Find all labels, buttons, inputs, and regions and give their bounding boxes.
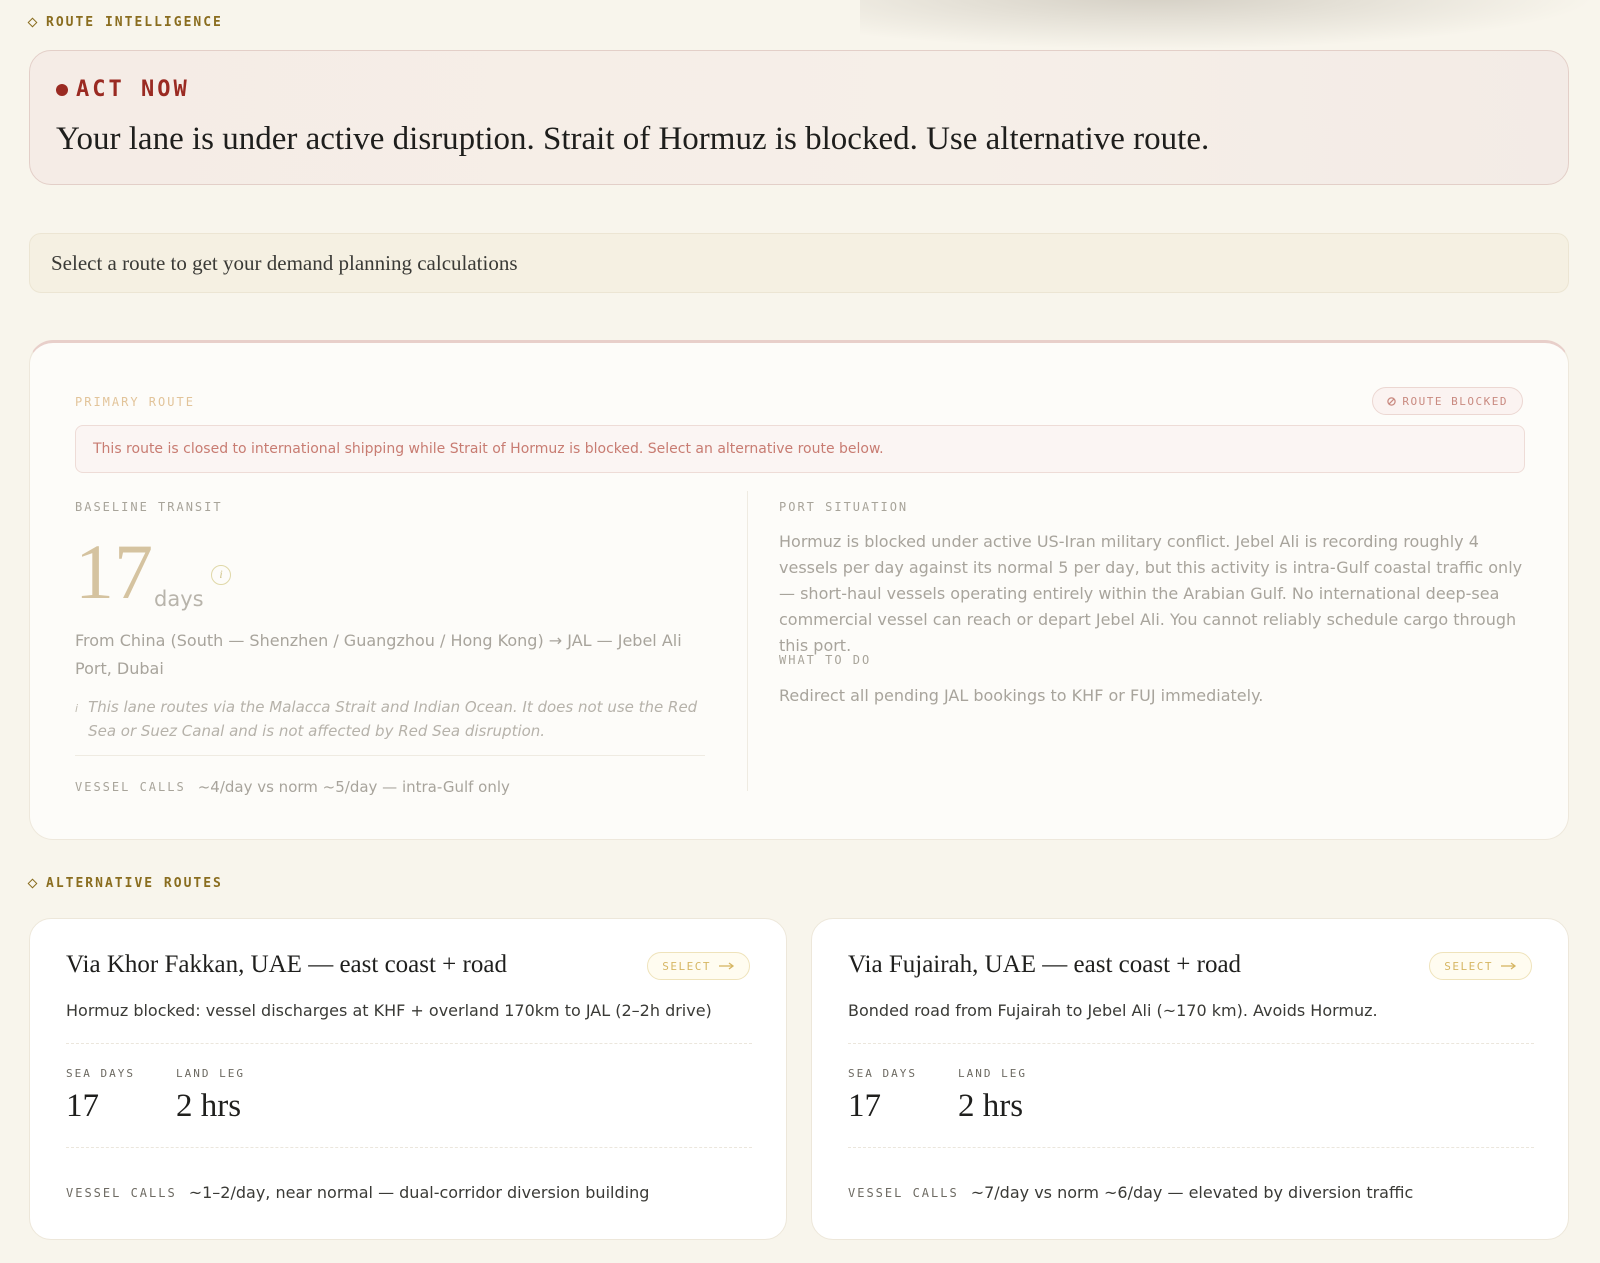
route-select-prompt: Select a route to get your demand planni… [29, 233, 1569, 293]
act-now-heading: ACT NOW [56, 77, 190, 102]
alt-route-description: Bonded road from Fujairah to Jebel Ali (… [848, 1001, 1378, 1020]
alt-route-card-khor-fakkan[interactable]: Via Khor Fakkan, UAE — east coast + road… [29, 918, 787, 1240]
alt-route-description: Hormuz blocked: vessel discharges at KHF… [66, 1001, 712, 1020]
vessel-calls-label: VESSEL CALLS [848, 1185, 959, 1200]
primary-route-card: PRIMARY ROUTE ROUTE BLOCKED This route i… [29, 340, 1569, 840]
alt-route-card-fujairah[interactable]: Via Fujairah, UAE — east coast + road SE… [811, 918, 1569, 1240]
divider [848, 1147, 1534, 1148]
land-leg-value: 2 hrs [176, 1088, 242, 1124]
lane-note-info-icon: i [75, 702, 79, 715]
select-route-button[interactable]: SELECT [1429, 952, 1532, 980]
alt-route-title: Via Fujairah, UAE — east coast + road [848, 951, 1242, 978]
alternative-routes-text: ALTERNATIVE ROUTES [46, 876, 223, 891]
land-leg-label: LAND LEG [958, 1067, 1027, 1080]
what-to-do-label: WHAT TO DO [779, 653, 872, 667]
lane-note: i This lane routes via the Malacca Strai… [75, 695, 715, 743]
info-icon[interactable]: i [211, 565, 231, 585]
sea-days-label: SEA DAYS [66, 1067, 135, 1080]
primary-vessel-calls: VESSEL CALLS ~4/day vs norm ~5/day — int… [75, 778, 510, 796]
what-to-do-text: Redirect all pending JAL bookings to KHF… [779, 686, 1264, 705]
port-situation-text: Hormuz is blocked under active US-Iran m… [779, 532, 1523, 655]
divider [75, 755, 705, 756]
sea-days-label: SEA DAYS [848, 1067, 917, 1080]
alert-message: Your lane is under active disruption. St… [56, 121, 1210, 157]
window-shadow [860, 0, 1600, 50]
diamond-icon [27, 878, 38, 889]
route-from-text: From China (South — Shenzhen / Guangzhou… [75, 631, 682, 678]
select-route-button[interactable]: SELECT [647, 952, 750, 980]
column-divider [747, 491, 748, 791]
land-leg-stat: LAND LEG 2 hrs [958, 1067, 1027, 1125]
alert-dot-icon [56, 83, 68, 96]
vessel-calls-value: ~1–2/day, near normal — dual-corridor di… [188, 1183, 650, 1202]
port-situation-label: PORT SITUATION [779, 500, 909, 514]
divider [66, 1043, 752, 1044]
land-leg-stat: LAND LEG 2 hrs [176, 1067, 245, 1125]
divider [848, 1043, 1534, 1044]
act-now-alert: ACT NOW Your lane is under active disrup… [29, 50, 1569, 185]
transit-days-value: 17 [75, 528, 153, 615]
vessel-calls-label: VESSEL CALLS [66, 1185, 177, 1200]
vessel-calls-value: ~4/day vs norm ~5/day — intra-Gulf only [197, 778, 510, 796]
alt-vessel-calls: VESSEL CALLS ~7/day vs norm ~6/day — ele… [848, 1183, 1413, 1202]
route-blocked-text: ROUTE BLOCKED [1402, 394, 1508, 408]
land-leg-label: LAND LEG [176, 1067, 245, 1080]
vessel-calls-value: ~7/day vs norm ~6/day — elevated by dive… [970, 1183, 1414, 1202]
alt-vessel-calls: VESSEL CALLS ~1–2/day, near normal — dua… [66, 1183, 649, 1202]
route-blocked-badge: ROUTE BLOCKED [1372, 387, 1523, 415]
arrow-right-icon [719, 962, 735, 970]
sea-days-stat: SEA DAYS 17 [848, 1067, 917, 1125]
sea-days-value: 17 [66, 1088, 99, 1124]
sea-days-stat: SEA DAYS 17 [66, 1067, 135, 1125]
vessel-calls-label: VESSEL CALLS [75, 780, 186, 794]
act-now-label: ACT NOW [76, 77, 190, 102]
baseline-transit-label: BASELINE TRANSIT [75, 500, 223, 514]
primary-route-label: PRIMARY ROUTE [75, 395, 195, 409]
route-intelligence-label: ROUTE INTELLIGENCE [27, 15, 223, 30]
land-leg-value: 2 hrs [958, 1088, 1024, 1124]
arrow-right-icon [1501, 962, 1517, 970]
route-closed-note: This route is closed to international sh… [75, 425, 1525, 473]
route-intelligence-text: ROUTE INTELLIGENCE [46, 15, 223, 30]
lane-note-text: This lane routes via the Malacca Strait … [88, 698, 698, 740]
blocked-circle-icon [1387, 396, 1397, 406]
alternative-routes-label: ALTERNATIVE ROUTES [27, 876, 223, 891]
divider [66, 1147, 752, 1148]
sea-days-value: 17 [848, 1088, 881, 1124]
select-label: SELECT [1444, 959, 1493, 973]
diamond-icon [27, 17, 38, 28]
transit-days-unit: days [154, 587, 204, 611]
alt-route-title: Via Khor Fakkan, UAE — east coast + road [66, 951, 507, 978]
select-label: SELECT [662, 959, 711, 973]
